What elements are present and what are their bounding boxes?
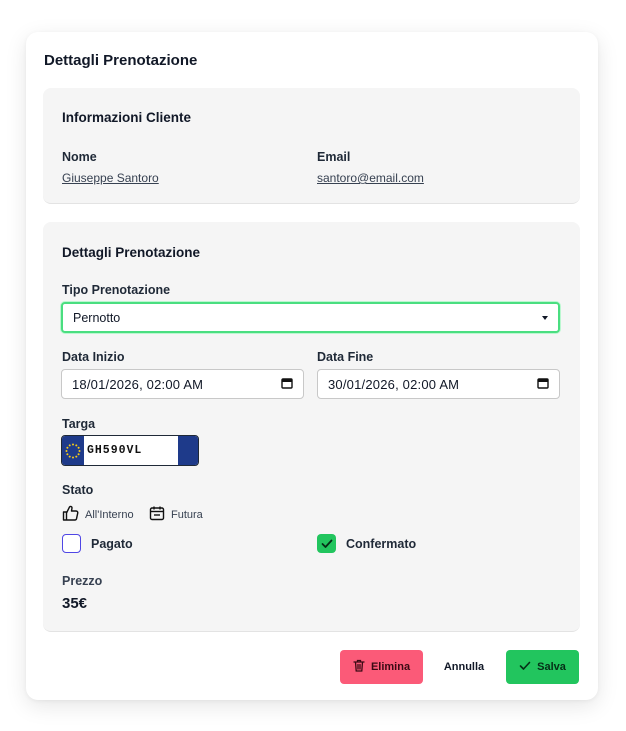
price-value: 35€ xyxy=(62,595,88,612)
end-date-input[interactable]: 30/01/2026, 02:00 AM xyxy=(317,369,560,399)
delete-button[interactable]: Elimina xyxy=(340,650,423,684)
client-info-panel: Informazioni Cliente Nome Giuseppe Santo… xyxy=(43,88,580,204)
chevron-down-icon xyxy=(542,315,548,320)
end-date-value: 30/01/2026, 02:00 AM xyxy=(328,376,460,392)
paid-checkbox-row[interactable]: Pagato xyxy=(62,534,133,553)
booking-type-label: Tipo Prenotazione xyxy=(62,283,171,297)
booking-type-select[interactable]: Pernotto xyxy=(61,302,560,333)
name-label: Nome xyxy=(62,150,97,164)
cancel-button[interactable]: Annulla xyxy=(435,650,493,684)
plate-number: GH590VL xyxy=(87,444,143,457)
paid-label: Pagato xyxy=(91,536,133,551)
thumbs-up-icon xyxy=(62,505,79,524)
status-location: All'Interno xyxy=(62,505,134,524)
client-email-link[interactable]: santoro@email.com xyxy=(317,171,424,185)
booking-details-modal: Dettagli Prenotazione Informazioni Clien… xyxy=(26,32,598,700)
end-date-label: Data Fine xyxy=(317,350,374,364)
paid-checkbox[interactable] xyxy=(62,534,81,553)
plate-right-band xyxy=(178,436,198,465)
plate-label: Targa xyxy=(62,417,96,431)
delete-label: Elimina xyxy=(370,661,411,673)
price-label: Prezzo xyxy=(62,574,103,588)
save-button[interactable]: Salva xyxy=(506,650,579,684)
calendar-icon xyxy=(149,505,165,524)
booking-details-panel: Dettagli Prenotazione Tipo Prenotazione … xyxy=(43,222,580,632)
confirmed-checkbox-row[interactable]: Confermato xyxy=(317,534,416,553)
status-label: Stato xyxy=(62,483,94,497)
client-info-title: Informazioni Cliente xyxy=(62,110,192,125)
check-icon xyxy=(519,661,531,674)
save-label: Salva xyxy=(537,661,566,673)
status-timing: Futura xyxy=(149,505,203,524)
start-date-input[interactable]: 18/01/2026, 02:00 AM xyxy=(61,369,304,399)
calendar-icon[interactable] xyxy=(537,377,549,392)
confirmed-label: Confermato xyxy=(346,536,417,551)
calendar-icon[interactable] xyxy=(281,377,293,392)
modal-title: Dettagli Prenotazione xyxy=(44,52,198,69)
check-icon xyxy=(321,539,332,548)
confirmed-checkbox[interactable] xyxy=(317,534,336,553)
status-location-text: All'Interno xyxy=(85,508,134,521)
status-timing-text: Futura xyxy=(171,508,203,521)
booking-type-value: Pernotto xyxy=(73,310,121,325)
start-date-label: Data Inizio xyxy=(62,350,125,364)
eu-stars-icon xyxy=(62,436,84,465)
email-label: Email xyxy=(317,150,351,164)
trash-icon xyxy=(353,659,365,675)
booking-details-title: Dettagli Prenotazione xyxy=(62,245,201,260)
start-date-value: 18/01/2026, 02:00 AM xyxy=(72,376,204,392)
license-plate: GH590VL xyxy=(61,435,199,466)
cancel-label: Annulla xyxy=(443,661,485,673)
client-name-link[interactable]: Giuseppe Santoro xyxy=(62,171,159,185)
